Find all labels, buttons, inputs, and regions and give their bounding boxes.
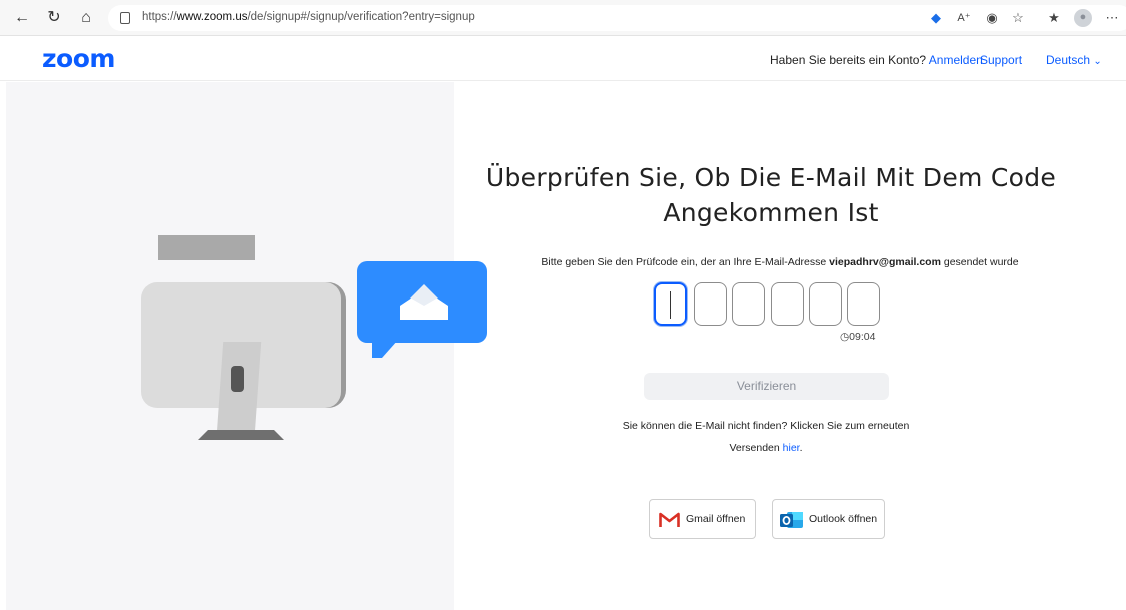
message-bubble-tail <box>372 340 398 358</box>
tracking-prevention-icon[interactable]: ◉ <box>984 10 1000 26</box>
zoom-logo[interactable]: zoom <box>42 44 115 73</box>
favorite-star-icon[interactable]: ☆ <box>1010 10 1026 26</box>
chevron-down-icon: ⌄ <box>1093 56 1102 67</box>
code-digit-3[interactable] <box>732 282 765 326</box>
instruction-text: Bitte geben Sie den Prüfcode ein, der an… <box>480 256 1080 268</box>
code-digit-6[interactable] <box>847 282 880 326</box>
read-aloud-icon[interactable]: A⁺ <box>956 10 972 26</box>
open-outlook-button[interactable]: Outlook öffnen <box>772 499 885 539</box>
countdown-timer: ◷09:04 <box>840 331 875 343</box>
envelope-icon <box>400 284 448 320</box>
resend-line-2-text: Versenden <box>729 442 780 454</box>
language-label: Deutsch <box>1046 53 1091 67</box>
support-link[interactable]: Support <box>980 53 1022 67</box>
language-selector[interactable]: Deutsch ⌄ <box>1046 53 1102 67</box>
code-digit-1[interactable] <box>654 282 687 326</box>
verify-button[interactable]: Verifizieren <box>644 373 889 400</box>
title-line-1: Überprüfen Sie, Ob Die E-Mail Mit Dem Co… <box>485 163 1057 192</box>
lock-icon[interactable] <box>120 12 130 24</box>
account-question: Haben Sie bereits ein Konto? Anmelden <box>770 53 983 67</box>
code-digit-4[interactable] <box>771 282 804 326</box>
resend-link[interactable]: hier <box>783 442 800 454</box>
back-arrow-icon[interactable]: ← <box>12 8 32 28</box>
monitor-stand-slot <box>231 366 244 392</box>
timer-value: 09:04 <box>849 331 876 343</box>
clock-icon: ◷ <box>840 331 850 343</box>
more-menu-icon[interactable]: ⋯ <box>1104 10 1120 26</box>
tag-icon[interactable]: ◆ <box>928 10 944 26</box>
code-digit-5[interactable] <box>809 282 842 326</box>
account-question-text: Haben Sie bereits ein Konto? <box>770 53 927 67</box>
url-text[interactable]: https://www.zoom.us/de/signup#/signup/ve… <box>142 11 475 23</box>
monitor-base <box>198 430 284 440</box>
open-gmail-button[interactable]: Gmail öffnen <box>649 499 756 539</box>
outlook-icon <box>780 512 803 528</box>
title-line-2: Angekommen Ist <box>663 198 879 227</box>
page-title: Überprüfen Sie, Ob Die E-Mail Mit Dem Co… <box>478 160 1064 230</box>
profile-avatar-icon[interactable]: ● <box>1074 9 1092 27</box>
text-caret <box>670 291 671 319</box>
email-address: viepadhrv@gmail.com <box>829 256 941 268</box>
outlook-button-label: Outlook öffnen <box>809 513 878 525</box>
gmail-icon <box>659 512 680 527</box>
reload-icon[interactable]: ↻ <box>44 8 64 28</box>
home-icon[interactable]: ⌂ <box>76 8 96 28</box>
resend-line-2: Versenden hier. <box>729 442 803 454</box>
code-digit-2[interactable] <box>694 282 727 326</box>
instruction-suffix: gesendet wurde <box>943 256 1019 268</box>
favorites-list-icon[interactable]: ★ <box>1046 10 1062 26</box>
resend-text: Sie können die E-Mail nicht finden? Klic… <box>560 415 972 459</box>
signin-link[interactable]: Anmelden <box>929 53 983 67</box>
gmail-button-label: Gmail öffnen <box>686 513 746 525</box>
redacted-block <box>158 235 255 260</box>
resend-line-1: Sie können die E-Mail nicht finden? Klic… <box>622 420 910 432</box>
instruction-prefix: Bitte geben Sie den Prüfcode ein, der an… <box>541 256 827 268</box>
